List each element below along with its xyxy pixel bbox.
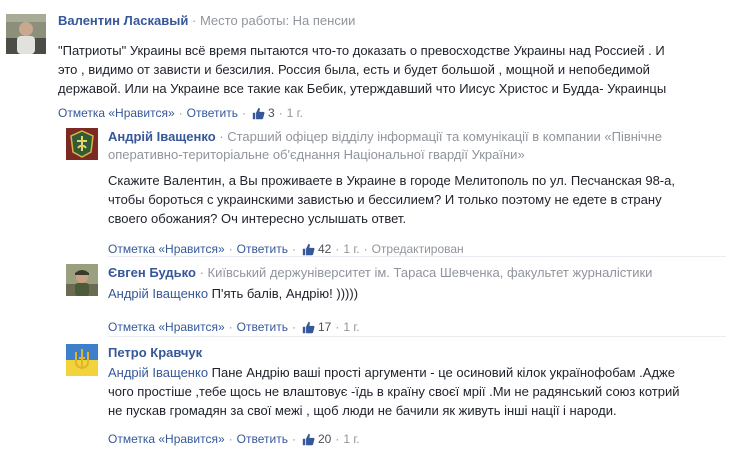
reply-link[interactable]: Ответить: [237, 242, 288, 257]
divider: [108, 336, 726, 337]
comment-text: Андрій Іващенко Пане Андрію ваші прості …: [108, 365, 680, 418]
author-workplace: Київський держуніверситет ім. Тараса Шев…: [207, 265, 653, 280]
like-link[interactable]: Отметка «Нравится»: [108, 320, 225, 335]
avatar[interactable]: [66, 344, 98, 376]
like-count: 20: [317, 432, 332, 446]
like-link[interactable]: Отметка «Нравится»: [108, 242, 225, 257]
avatar[interactable]: [66, 128, 98, 160]
like-count: 17: [317, 320, 332, 334]
thumbs-up-icon[interactable]: [302, 243, 315, 256]
comment-petro: Петро Кравчук Андрій Іващенко Пане Андрі…: [58, 338, 732, 456]
comment-text: "Патриоты" Украины всё время пытаются чт…: [58, 43, 667, 96]
separator: ·: [191, 13, 197, 28]
person-photo-icon: [66, 264, 98, 296]
author-workplace-continued: оперативно-територіальне об'єднання Наці…: [108, 147, 525, 162]
comment-andriy: Андрій Іващенко · Старший офіцер відділу…: [58, 122, 732, 258]
trident-flag-icon: [66, 344, 98, 376]
like-link[interactable]: Отметка «Нравится»: [58, 106, 175, 121]
comment-time[interactable]: 1 г.: [343, 432, 359, 447]
comment-author[interactable]: Валентин Ласкавый: [58, 13, 188, 28]
comment-actions: Отметка «Нравится» · Ответить · 42 · 1 г…: [108, 242, 464, 257]
reply-link[interactable]: Ответить: [237, 432, 288, 447]
like-count: 3: [267, 106, 275, 120]
edited-label[interactable]: Отредактирован: [372, 242, 464, 257]
thumbs-up-icon[interactable]: [302, 433, 315, 446]
comment-actions: Отметка «Нравится» · Ответить · 3 · 1 г.: [58, 106, 303, 121]
comment-text: Скажите Валентин, а Вы проживаете в Укра…: [108, 173, 675, 226]
mention-link[interactable]: Андрій Іващенко: [108, 365, 208, 380]
comment-author[interactable]: Євген Будько: [108, 265, 196, 280]
national-guard-emblem-icon: [66, 128, 98, 160]
comment-time[interactable]: 1 г.: [343, 242, 359, 257]
comment-yevhen: Євген Будько · Київський держуніверситет…: [58, 258, 732, 336]
reply-link[interactable]: Ответить: [237, 320, 288, 335]
reply-link[interactable]: Ответить: [187, 106, 238, 121]
avatar[interactable]: [6, 14, 46, 54]
comment-actions: Отметка «Нравится» · Ответить · 17 · 1 г…: [108, 320, 360, 335]
author-workplace: Старший офіцер відділу інформації та ком…: [227, 129, 662, 144]
comment-time[interactable]: 1 г.: [343, 320, 359, 335]
comment-text: Андрій Іващенко П'ять балів, Андрію! )))…: [108, 286, 359, 301]
comment-time[interactable]: 1 г.: [287, 106, 303, 121]
avatar[interactable]: [66, 264, 98, 296]
separator: ·: [199, 265, 204, 280]
separator: ·: [219, 129, 224, 144]
like-count: 42: [317, 242, 332, 256]
thumbs-up-icon[interactable]: [252, 107, 265, 120]
comment-author[interactable]: Андрій Іващенко: [108, 129, 216, 144]
like-link[interactable]: Отметка «Нравится»: [108, 432, 225, 447]
thumbs-up-icon[interactable]: [302, 321, 315, 334]
author-workplace: Место работы: На пенсии: [199, 13, 356, 28]
comment-actions: Отметка «Нравится» · Ответить · 20 · 1 г…: [108, 432, 360, 447]
person-photo-icon: [6, 14, 46, 54]
comment-author[interactable]: Петро Кравчук: [108, 345, 202, 360]
divider: [108, 256, 726, 257]
mention-link[interactable]: Андрій Іващенко: [108, 286, 208, 301]
comment-valentin: Валентин Ласкавый · Место работы: На пен…: [0, 0, 732, 121]
